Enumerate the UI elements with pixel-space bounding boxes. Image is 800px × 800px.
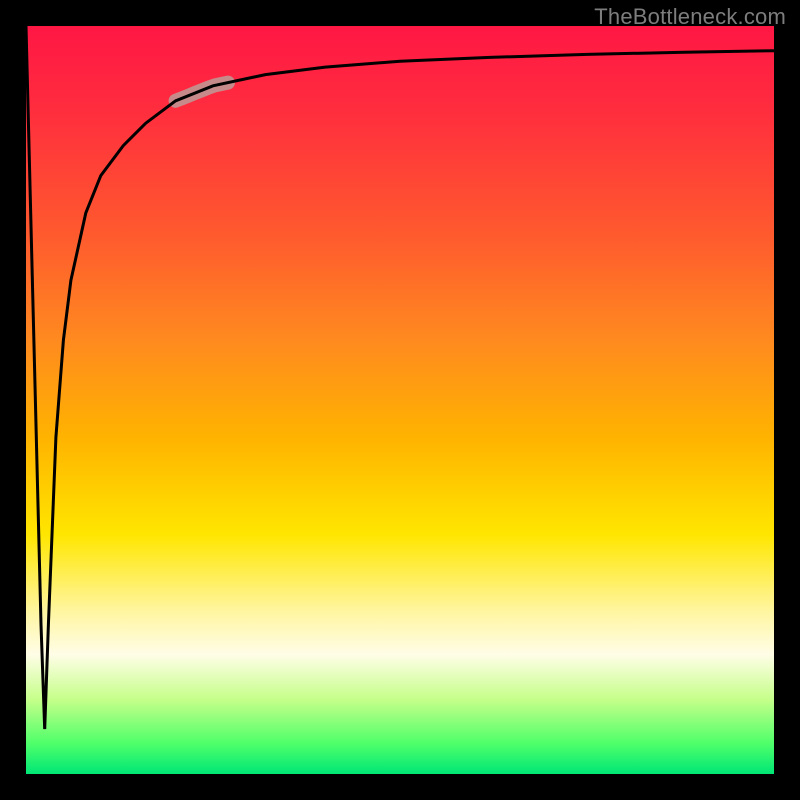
plot-area xyxy=(26,26,774,774)
chart-frame: TheBottleneck.com xyxy=(0,0,800,800)
bottleneck-curve xyxy=(26,26,774,729)
curve-layer xyxy=(26,26,774,774)
